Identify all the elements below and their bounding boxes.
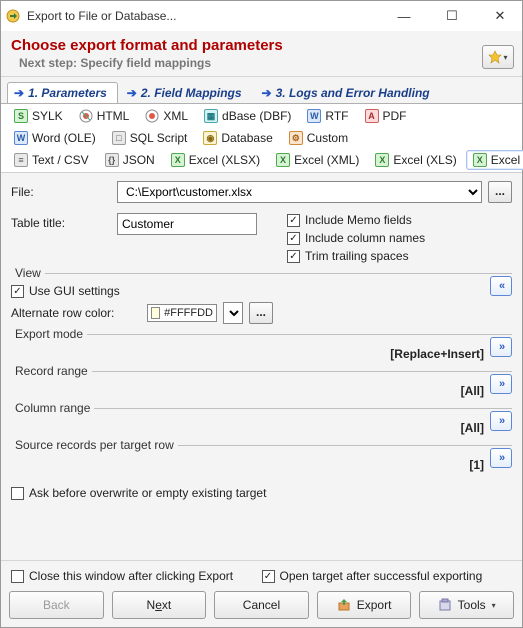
column-range-value: [All] [461, 421, 484, 435]
cancel-button[interactable]: Cancel [214, 591, 309, 619]
tools-button[interactable]: Tools ▾ [419, 591, 514, 619]
chevron-down-icon: ▾ [492, 601, 496, 610]
format-xml[interactable]: XML [138, 106, 195, 126]
format-database[interactable]: ◉Database [196, 128, 279, 148]
next-button[interactable]: Next [112, 591, 207, 619]
format-dbase[interactable]: ▦dBase (DBF) [197, 106, 298, 126]
format-excel-ole[interactable]: XExcel (OLE) [466, 150, 523, 170]
format-excel-xml[interactable]: XExcel (XML) [269, 150, 366, 170]
export-button[interactable]: Export [317, 591, 412, 619]
format-selector: SSYLK HTML XML ▦dBase (DBF) WRTF APDF WW… [1, 103, 522, 173]
export-icon [337, 598, 351, 612]
group-column-range: Column range » [All] [11, 408, 512, 435]
tab-logs-errors[interactable]: ➔3. Logs and Error Handling [255, 82, 441, 103]
record-range-value: [All] [461, 384, 484, 398]
format-xlsx[interactable]: XExcel (XLSX) [164, 150, 267, 170]
format-sql[interactable]: □SQL Script [105, 128, 195, 148]
tab-parameters[interactable]: ➔1. Parameters [7, 82, 118, 103]
favorites-button[interactable]: ▾ [482, 45, 514, 69]
format-rtf[interactable]: WRTF [300, 106, 355, 126]
minimize-button[interactable]: — [386, 4, 422, 28]
maximize-button[interactable]: ☐ [434, 4, 470, 28]
format-html[interactable]: HTML [72, 106, 137, 126]
group-per-row: Source records per target row » [1] [11, 445, 512, 472]
check-ask-overwrite[interactable]: Ask before overwrite or empty existing t… [11, 486, 512, 500]
title-bar: Export to File or Database... — ☐ ✕ [1, 1, 522, 31]
wizard-tabs: ➔1. Parameters ➔2. Field Mappings ➔3. Lo… [1, 77, 522, 103]
alt-color-more-button[interactable]: ... [249, 302, 273, 324]
window-title: Export to File or Database... [27, 9, 386, 23]
collapse-view-button[interactable]: « [490, 276, 512, 296]
check-trim-spaces[interactable]: Trim trailing spaces [287, 249, 425, 263]
check-use-gui-settings[interactable]: Use GUI settings [11, 284, 512, 298]
check-close-after-export[interactable]: Close this window after clicking Export [11, 569, 262, 583]
check-include-columns[interactable]: Include column names [287, 231, 425, 245]
group-record-range: Record range » [All] [11, 371, 512, 398]
check-include-memo[interactable]: Include Memo fields [287, 213, 425, 227]
file-label: File: [11, 185, 111, 199]
format-sylk[interactable]: SSYLK [7, 106, 70, 126]
alt-color-label: Alternate row color: [11, 306, 141, 320]
group-view: View « Use GUI settings Alternate row co… [11, 273, 512, 324]
format-custom[interactable]: ⚙Custom [282, 128, 355, 148]
group-export-mode: Export mode » [Replace+Insert] [11, 334, 512, 361]
back-button: Back [9, 591, 104, 619]
export-mode-value: [Replace+Insert] [390, 347, 484, 361]
format-pdf[interactable]: APDF [358, 106, 414, 126]
format-json[interactable]: {}JSON [98, 150, 162, 170]
expand-column-range-button[interactable]: » [490, 411, 512, 431]
table-title-label: Table title: [11, 213, 111, 230]
tools-icon [438, 598, 452, 612]
table-title-input[interactable] [117, 213, 257, 235]
check-open-after-export[interactable]: Open target after successful exporting [262, 569, 513, 583]
format-word-ole[interactable]: WWord (OLE) [7, 128, 103, 148]
page-title: Choose export format and parameters [11, 37, 512, 54]
tab-field-mappings[interactable]: ➔2. Field Mappings [120, 82, 253, 103]
format-csv[interactable]: ≡Text / CSV [7, 150, 96, 170]
alt-color-picker[interactable]: #FFFFDD [147, 304, 217, 322]
expand-export-mode-button[interactable]: » [490, 337, 512, 357]
close-button[interactable]: ✕ [482, 4, 518, 28]
next-step-hint: Next step: Specify field mappings [19, 56, 512, 70]
star-icon [488, 50, 502, 64]
chevron-down-icon: ▾ [503, 53, 507, 62]
per-row-value: [1] [469, 458, 484, 472]
browse-file-button[interactable]: ... [488, 181, 512, 203]
expand-record-range-button[interactable]: » [490, 374, 512, 394]
alt-color-dropdown[interactable] [223, 302, 243, 324]
app-icon [5, 8, 21, 24]
format-xls[interactable]: XExcel (XLS) [368, 150, 463, 170]
color-swatch [151, 307, 160, 319]
file-path-select[interactable]: C:\Export\customer.xlsx [117, 181, 482, 203]
expand-per-row-button[interactable]: » [490, 448, 512, 468]
